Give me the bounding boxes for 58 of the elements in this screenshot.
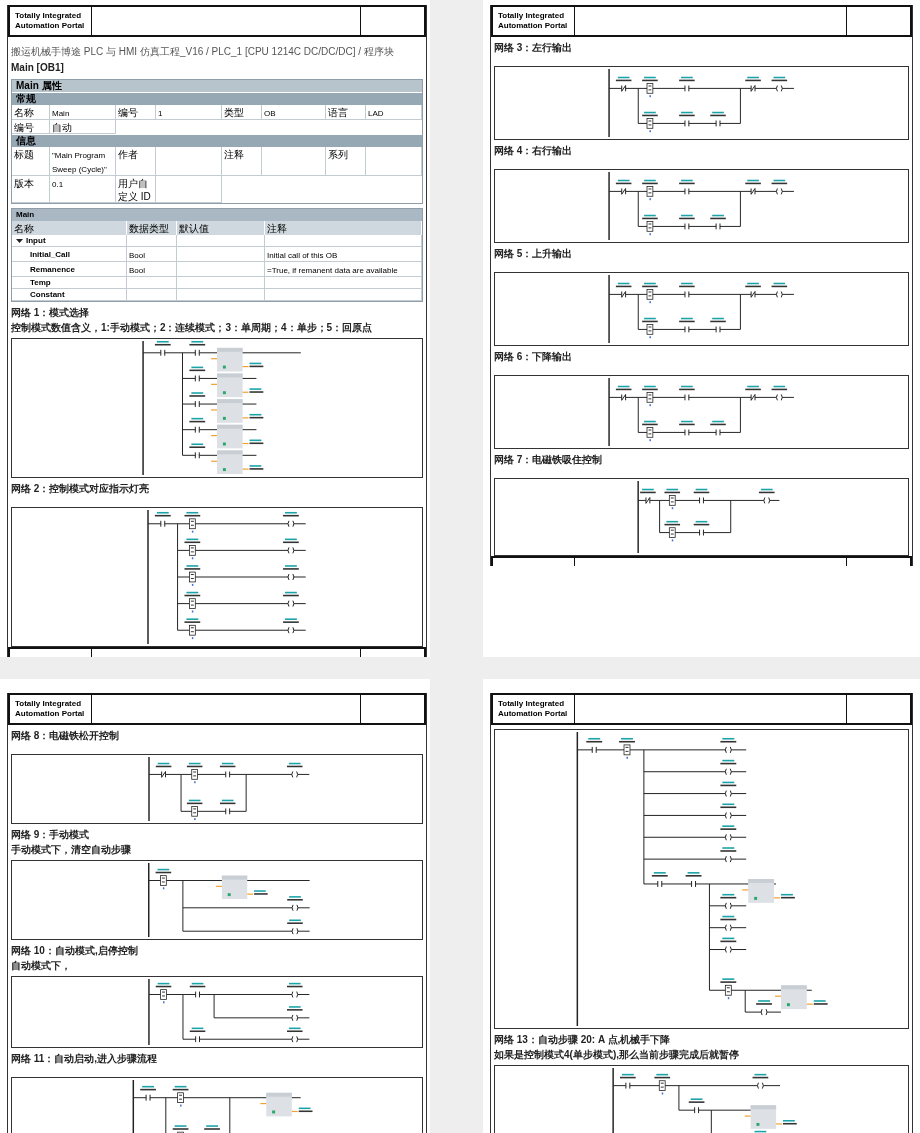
network-title: 网络 11：自动启动,进入步骤流程	[11, 1052, 159, 1065]
column-header: 名称	[14, 223, 34, 234]
network-comment: 手动模式下，清空自动步骤	[11, 843, 132, 856]
section-header: 常规	[12, 92, 422, 105]
property-value: 1	[158, 109, 163, 118]
expand-triangle-icon[interactable]	[16, 237, 23, 244]
portal-logo-text: Totally Integrated Automation Portal	[498, 11, 568, 31]
property-value: LAD	[368, 109, 384, 118]
property-value: OB	[264, 109, 276, 118]
property-label: 系列	[328, 149, 348, 160]
network-title: 网络 2：控制模式对应指示灯亮	[11, 482, 151, 495]
property-label: 编号	[14, 122, 34, 133]
network-title: 网络 6：下降输出	[494, 350, 574, 363]
property-label: 版本	[14, 178, 34, 189]
network-comment: 自动模式下，	[11, 959, 72, 972]
network-comment: 控制模式数值含义，1:手动模式；2：连续模式；3：单周期；4：单步；5：回原点	[11, 321, 374, 334]
network-title: 网络 13：自动步骤 20: A 点,机械手下降	[494, 1033, 672, 1046]
property-value: Main	[52, 109, 70, 118]
property-label: 名称	[14, 107, 34, 118]
property-label: 用户自定义 ID	[118, 178, 151, 202]
network-title: 网络 10：自动模式,启停控制	[11, 944, 139, 957]
portal-logo-text: Totally Integrated Automation Portal	[15, 11, 85, 31]
column-header: 默认值	[179, 223, 209, 234]
property-label: 类型	[224, 107, 244, 118]
variable-name: Remanence	[30, 263, 75, 275]
variable-name: Input	[26, 235, 46, 246]
property-label: 标题	[14, 149, 34, 160]
network-title: 网络 1：模式选择	[11, 306, 91, 319]
data-type: Bool	[129, 251, 145, 260]
property-value: "Main Program Sweep (Cycle)"	[52, 151, 107, 174]
table-title: Main	[12, 209, 422, 221]
block-name: Main [OB1]	[11, 61, 65, 75]
comment-text: =True, if remanent data are available	[267, 266, 398, 275]
network-title: 网络 8：电磁铁松开控制	[11, 729, 121, 742]
property-value: 0.1	[52, 180, 64, 189]
network-title: 网络 5：上升输出	[494, 247, 574, 260]
comment-text: Initial call of this OB	[267, 251, 338, 260]
variable-name: Constant	[30, 289, 65, 300]
property-label: 语言	[328, 107, 348, 118]
variable-name: Temp	[30, 277, 51, 288]
property-label: 编号	[118, 107, 138, 118]
property-value: 自动	[52, 122, 72, 133]
network-title: 网络 7：电磁铁吸住控制	[494, 453, 604, 466]
variable-name: Initial_Call	[30, 248, 70, 260]
network-title: 网络 3：左行输出	[494, 41, 574, 54]
section-header: 信息	[12, 134, 422, 147]
document-title: 搬运机械手博途 PLC 与 HMI 仿真工程_V16 / PLC_1 [CPU 1214C DC/DC/DC] / 程序块	[11, 45, 395, 58]
column-header: 注释	[267, 223, 287, 234]
property-label: 作者	[118, 149, 138, 160]
network-comment: 如果是控制模式4(单步模式),那么当前步骤完成后就暂停	[494, 1048, 740, 1061]
portal-logo-text: Totally Integrated Automation Portal	[15, 699, 85, 719]
data-type: Bool	[129, 266, 145, 275]
table-title: Main 属性	[12, 80, 422, 92]
portal-logo-text: Totally Integrated Automation Portal	[498, 699, 568, 719]
column-header: 数据类型	[129, 223, 169, 234]
property-label: 注释	[224, 149, 244, 160]
network-title: 网络 4：右行输出	[494, 144, 574, 157]
network-title: 网络 9：手动模式	[11, 828, 91, 841]
